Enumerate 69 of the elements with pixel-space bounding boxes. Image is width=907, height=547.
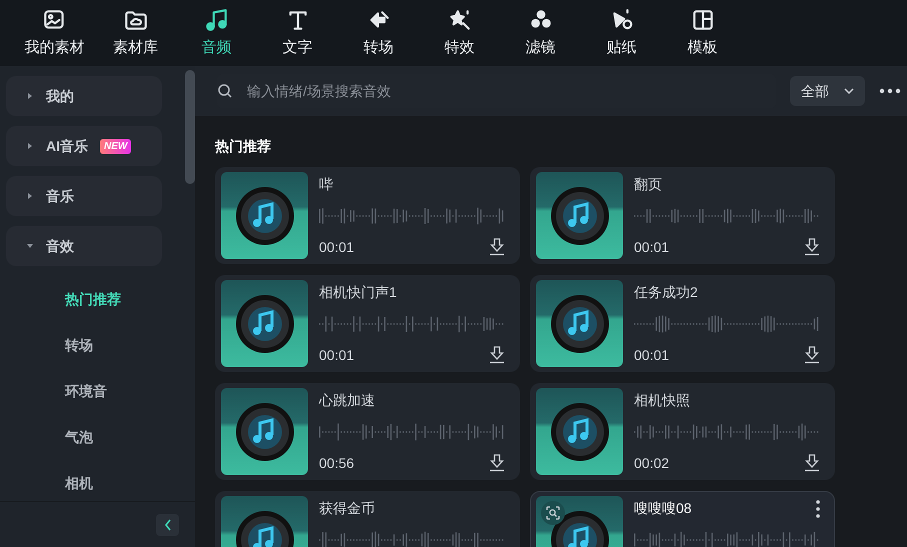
collapse-button[interactable] — [156, 514, 179, 536]
sidebar-category[interactable]: 音乐 — [6, 176, 162, 216]
music-note-icon — [204, 6, 230, 33]
sound-card[interactable]: 心跳加速 00:56 — [215, 383, 520, 480]
sidebar-subitem[interactable]: 转场 — [6, 322, 162, 368]
download-icon[interactable] — [489, 346, 505, 364]
sound-card[interactable]: 相机快照 00:02 — [530, 383, 835, 480]
sound-card[interactable]: 翻页 00:01 — [530, 167, 835, 264]
toolbar-tab[interactable]: 文字 — [257, 3, 338, 63]
toolbar-tab[interactable]: 特效 — [419, 3, 500, 63]
download-icon[interactable] — [804, 454, 820, 472]
toolbar-tab[interactable]: 滤镜 — [500, 3, 581, 63]
sidebar-subitem[interactable]: 相机 — [6, 460, 162, 501]
sound-title: 相机快照 — [634, 391, 690, 410]
toolbar-tab[interactable]: 素材库 — [95, 3, 176, 63]
sidebar-category[interactable]: 音效 — [6, 226, 162, 266]
search-icon — [217, 83, 233, 99]
vinyl-record-icon — [234, 400, 296, 462]
vinyl-record-icon — [548, 400, 610, 462]
caret-right-icon — [26, 192, 34, 200]
sound-duration: 00:01 — [634, 238, 670, 256]
sound-card[interactable]: 嗖嗖嗖08 — [530, 491, 835, 547]
sound-duration: 00:02 — [634, 454, 670, 472]
toolbar-tab[interactable]: 贴纸 — [581, 3, 662, 63]
new-badge: NEW — [100, 138, 132, 154]
sound-title: 心跳加速 — [319, 391, 375, 410]
vinyl-record-icon — [548, 292, 610, 354]
caret-down-icon — [26, 242, 34, 250]
vinyl-record-icon — [234, 292, 296, 354]
more-vertical-icon[interactable] — [816, 500, 820, 518]
sidebar-subitem[interactable]: 气泡 — [6, 414, 162, 460]
sound-title: 任务成功2 — [634, 283, 698, 302]
search-input[interactable]: 输入情绪/场景搜索音效 — [247, 80, 776, 102]
vinyl-record-icon — [548, 184, 610, 246]
sound-card[interactable]: 任务成功2 00:01 — [530, 275, 835, 372]
caret-right-icon — [26, 92, 34, 100]
sidebar-subitem[interactable]: 热门推荐 — [6, 276, 162, 322]
download-icon[interactable] — [489, 238, 505, 256]
sound-card[interactable]: 相机快门声1 00:01 — [215, 275, 520, 372]
chevron-left-icon — [164, 518, 172, 530]
toolbar-tab[interactable]: 我的素材 — [14, 3, 95, 63]
scrollbar-thumb[interactable] — [185, 70, 195, 184]
sound-title: 获得金币 — [319, 499, 375, 518]
sidebar-category[interactable]: 我的 — [6, 76, 162, 116]
caret-right-icon — [26, 142, 34, 150]
toolbar-tab[interactable]: 模板 — [662, 3, 743, 63]
sound-card[interactable]: 哔 00:01 — [215, 167, 520, 264]
sound-card[interactable]: 获得金币 — [215, 491, 520, 547]
sound-duration: 00:01 — [319, 238, 354, 256]
vinyl-record-icon — [234, 184, 296, 246]
download-icon[interactable] — [489, 454, 505, 472]
chevron-down-icon — [844, 88, 854, 94]
more-icon[interactable] — [879, 88, 901, 94]
sound-duration: 00:01 — [634, 346, 670, 364]
filter-dropdown[interactable]: 全部 — [790, 76, 865, 106]
download-icon[interactable] — [804, 238, 820, 256]
sound-title: 嗖嗖嗖08 — [634, 499, 692, 518]
sound-duration: 00:01 — [319, 346, 354, 364]
toolbar-tab[interactable]: 转场 — [338, 3, 419, 63]
download-icon[interactable] — [804, 346, 820, 364]
sound-title: 相机快门声1 — [319, 283, 397, 302]
scan-search-icon[interactable] — [541, 501, 565, 525]
section-title: 热门推荐 — [215, 137, 271, 156]
toolbar-tab[interactable]: 音频 — [176, 3, 257, 63]
sidebar-subitem[interactable]: 环境音 — [6, 368, 162, 414]
sound-title: 哔 — [319, 175, 333, 194]
sidebar-category[interactable]: AI音乐 NEW — [6, 126, 162, 166]
sound-title: 翻页 — [634, 175, 662, 194]
sound-duration: 00:56 — [319, 454, 354, 472]
